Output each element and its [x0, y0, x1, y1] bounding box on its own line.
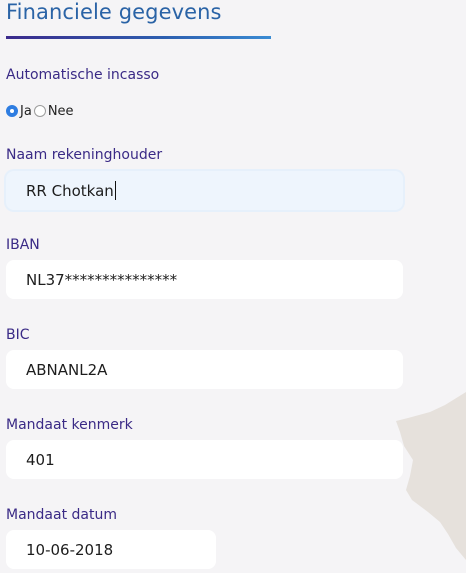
bic-value: ABNANL2A: [26, 360, 108, 379]
radio-nee[interactable]: [33, 105, 46, 117]
title-underline: [6, 36, 271, 39]
automatic-debit-label: Automatische incasso: [6, 67, 160, 83]
iban-label: IBAN: [6, 237, 40, 253]
iban-input[interactable]: NL37***************: [6, 260, 403, 299]
iban-value: NL37***************: [26, 270, 178, 289]
text-caret: [114, 181, 116, 200]
mandate-date-label: Mandaat datum: [6, 507, 117, 523]
radio-nee-label[interactable]: Nee: [48, 104, 74, 119]
radio-ja[interactable]: [6, 105, 18, 117]
radio-ja-label[interactable]: Ja: [20, 104, 32, 119]
automatic-debit-radio-group: Ja Nee: [6, 103, 76, 119]
mandate-reference-label: Mandaat kenmerk: [6, 417, 133, 433]
bic-input[interactable]: ABNANL2A: [6, 350, 403, 389]
mandate-reference-input[interactable]: 401: [6, 440, 403, 479]
mandate-date-input[interactable]: 10-06-2018: [6, 530, 216, 569]
bic-label: BIC: [6, 327, 30, 343]
mandate-date-value: 10-06-2018: [26, 540, 114, 559]
section-title: Financiele gegevens: [6, 0, 222, 24]
account-holder-label: Naam rekeninghouder: [6, 147, 163, 163]
mandate-reference-value: 401: [26, 450, 55, 469]
account-holder-input[interactable]: RR Chotkan: [6, 171, 403, 210]
account-holder-value: RR Chotkan: [26, 181, 114, 200]
